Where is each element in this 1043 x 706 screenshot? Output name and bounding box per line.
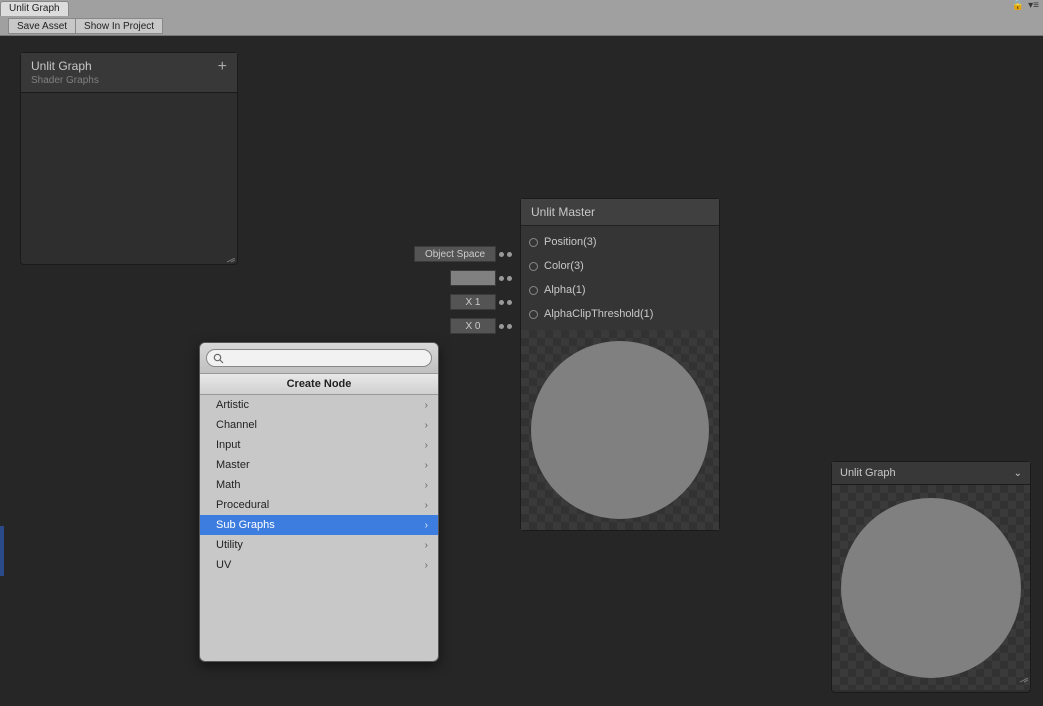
- main-preview-body[interactable]: [832, 485, 1030, 690]
- save-asset-button[interactable]: Save Asset: [8, 18, 76, 34]
- chevron-down-icon[interactable]: ⌄: [1014, 468, 1022, 479]
- blackboard-header[interactable]: Unlit Graph Shader Graphs +: [21, 53, 237, 93]
- connector-dot-icon: [507, 276, 512, 281]
- alphaclip-field[interactable]: X 0: [450, 318, 496, 334]
- searcher-item-uv[interactable]: UV ›: [200, 555, 438, 575]
- searcher-item-label: Master: [216, 459, 250, 471]
- chevron-right-icon: ›: [425, 400, 428, 411]
- chevron-right-icon: ›: [425, 500, 428, 511]
- graph-canvas[interactable]: Unlit Graph Shader Graphs + Object Space…: [0, 36, 1043, 706]
- connector-dot-icon: [499, 300, 504, 305]
- toolbar: Save Asset Show In Project: [0, 16, 1043, 36]
- alpha-field[interactable]: X 1: [450, 294, 496, 310]
- blackboard-title: Unlit Graph: [31, 59, 99, 73]
- searcher-list: Artistic›Channel›Input›Master›Math›Proce…: [200, 395, 438, 575]
- chevron-right-icon: ›: [425, 540, 428, 551]
- chevron-right-icon: ›: [425, 460, 428, 471]
- node-preview[interactable]: [521, 330, 719, 530]
- port-input-alphaclip: X 0: [450, 318, 512, 334]
- chevron-right-icon: ›: [425, 440, 428, 451]
- port-socket-icon[interactable]: [529, 238, 538, 247]
- searcher-item-sub-graphs[interactable]: Sub Graphs ›: [200, 515, 438, 535]
- search-input[interactable]: [228, 352, 425, 364]
- searcher-item-label: Utility: [216, 539, 243, 551]
- resize-handle-icon[interactable]: [1020, 670, 1028, 688]
- blackboard-add-button[interactable]: +: [218, 59, 227, 75]
- port-label: Alpha(1): [544, 284, 586, 296]
- search-bar: [200, 343, 438, 374]
- connector-dot-icon: [507, 324, 512, 329]
- main-preview-panel[interactable]: Unlit Graph ⌄: [831, 461, 1031, 693]
- searcher-item-channel[interactable]: Channel ›: [200, 415, 438, 435]
- searcher-item-artistic[interactable]: Artistic ›: [200, 395, 438, 415]
- searcher-item-label: UV: [216, 559, 231, 571]
- searcher-item-procedural[interactable]: Procedural ›: [200, 495, 438, 515]
- connector-dot-icon: [507, 300, 512, 305]
- node-title[interactable]: Unlit Master: [521, 199, 719, 226]
- port-label: Color(3): [544, 260, 584, 272]
- connector-dot-icon: [507, 252, 512, 257]
- port-alphaclipthreshold[interactable]: AlphaClipThreshold(1): [521, 302, 719, 326]
- color-field[interactable]: [450, 270, 496, 286]
- port-socket-icon[interactable]: [529, 310, 538, 319]
- window-menu-icon[interactable]: ▾≡: [1028, 1, 1039, 11]
- blackboard-panel[interactable]: Unlit Graph Shader Graphs +: [20, 52, 238, 265]
- search-icon: [213, 353, 224, 364]
- blackboard-subtitle: Shader Graphs: [31, 75, 99, 86]
- searcher-item-label: Procedural: [216, 499, 269, 511]
- unlit-master-node[interactable]: Unlit Master Position(3) Color(3) Alpha(…: [520, 198, 720, 531]
- connector-dot-icon: [499, 276, 504, 281]
- show-in-project-button[interactable]: Show In Project: [76, 18, 163, 34]
- main-preview-header[interactable]: Unlit Graph ⌄: [832, 462, 1030, 485]
- searcher-title: Create Node: [200, 374, 438, 395]
- port-input-color: [450, 270, 512, 286]
- port-socket-icon[interactable]: [529, 286, 538, 295]
- searcher-item-label: Artistic: [216, 399, 249, 411]
- window-controls: 🔒 ▾≡: [1012, 1, 1039, 11]
- searcher-item-label: Input: [216, 439, 240, 451]
- resize-handle-icon[interactable]: [227, 258, 235, 262]
- port-label: Position(3): [544, 236, 597, 248]
- node-ports: Position(3) Color(3) Alpha(1) AlphaClipT…: [521, 226, 719, 330]
- searcher-item-master[interactable]: Master ›: [200, 455, 438, 475]
- port-color[interactable]: Color(3): [521, 254, 719, 278]
- searcher-item-utility[interactable]: Utility ›: [200, 535, 438, 555]
- searcher-item-label: Math: [216, 479, 240, 491]
- window-title: Unlit Graph: [9, 3, 60, 14]
- window-titlebar: Unlit Graph 🔒 ▾≡: [0, 0, 1043, 16]
- create-node-popup[interactable]: Create Node Artistic›Channel›Input›Maste…: [199, 342, 439, 662]
- port-input-position: Object Space: [414, 246, 512, 262]
- chevron-right-icon: ›: [425, 560, 428, 571]
- port-alpha[interactable]: Alpha(1): [521, 278, 719, 302]
- left-edge-decoration: [0, 526, 4, 576]
- connector-dot-icon: [499, 252, 504, 257]
- port-socket-icon[interactable]: [529, 262, 538, 271]
- searcher-item-math[interactable]: Math ›: [200, 475, 438, 495]
- preview-sphere-icon: [531, 341, 709, 519]
- window-tab[interactable]: Unlit Graph: [0, 1, 69, 16]
- searcher-item-label: Channel: [216, 419, 257, 431]
- chevron-right-icon: ›: [425, 520, 428, 531]
- position-space-dropdown[interactable]: Object Space: [414, 246, 496, 262]
- chevron-right-icon: ›: [425, 420, 428, 431]
- preview-sphere-icon: [841, 498, 1021, 678]
- connector-dot-icon: [499, 324, 504, 329]
- port-input-alpha: X 1: [450, 294, 512, 310]
- main-preview-title: Unlit Graph: [840, 467, 896, 479]
- chevron-right-icon: ›: [425, 480, 428, 491]
- searcher-item-input[interactable]: Input ›: [200, 435, 438, 455]
- port-label: AlphaClipThreshold(1): [544, 308, 653, 320]
- port-position[interactable]: Position(3): [521, 230, 719, 254]
- searcher-item-label: Sub Graphs: [216, 519, 275, 531]
- window-lock-icon[interactable]: 🔒: [1012, 1, 1024, 11]
